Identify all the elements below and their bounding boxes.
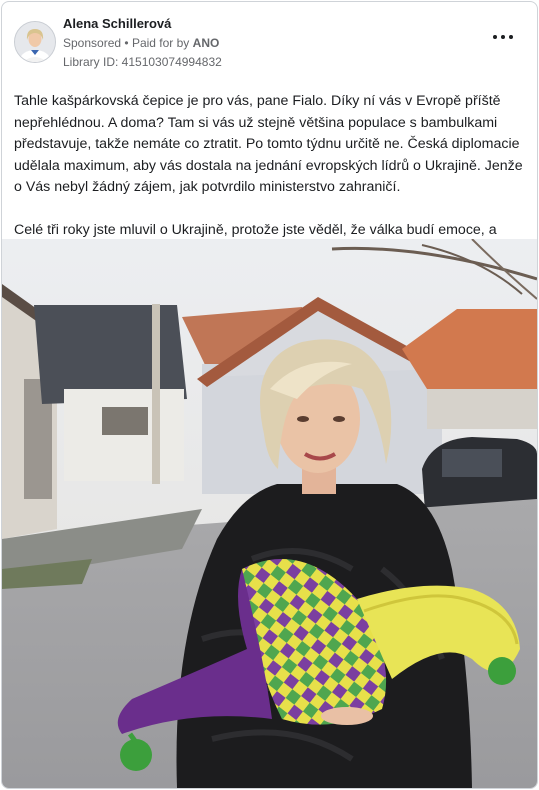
- meta-separator: •: [124, 36, 129, 50]
- post-text-paragraph: Tahle kašpárkovská čepice je pro vás, pa…: [14, 93, 523, 195]
- library-id: Library ID: 415103074994832: [63, 55, 222, 69]
- avatar-image: [15, 22, 55, 62]
- sponsored-line: Sponsored • Paid for by ANO: [63, 36, 219, 50]
- avatar[interactable]: [14, 21, 56, 63]
- post-image[interactable]: [2, 239, 537, 788]
- post-image-illustration: [2, 239, 537, 788]
- paid-for-by-label: Paid for by: [131, 36, 190, 50]
- paid-for-by-name[interactable]: ANO: [193, 36, 220, 50]
- post-header: Alena Schillerová Sponsored • Paid for b…: [2, 2, 537, 82]
- more-horizontal-icon[interactable]: [491, 30, 515, 44]
- sponsored-label: Sponsored: [63, 36, 122, 50]
- author-name[interactable]: Alena Schillerová: [63, 16, 171, 31]
- ad-card: Alena Schillerová Sponsored • Paid for b…: [1, 1, 538, 789]
